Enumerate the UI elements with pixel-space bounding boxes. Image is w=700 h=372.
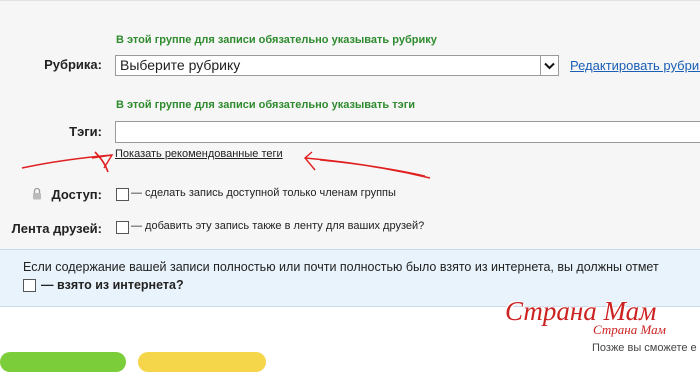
- tags-hint: В этой группе для записи обязательно ука…: [116, 99, 416, 111]
- tags-input[interactable]: [115, 121, 700, 143]
- from-internet-label: — взято из интернета?: [41, 278, 184, 292]
- friends-feed-label: Лента друзей:: [11, 221, 102, 236]
- access-text: — сделать запись доступной только членам…: [131, 187, 396, 199]
- edit-rubrics-link[interactable]: Редактировать рубрики: [570, 58, 700, 73]
- friends-feed-checkbox[interactable]: [116, 221, 129, 234]
- watermark-line: Позже вы сможете е: [592, 342, 697, 354]
- site-watermark: Страна Мам Страна Мам Позже вы сможете е: [505, 296, 700, 366]
- access-label: Доступ:: [51, 187, 102, 202]
- chevron-down-icon[interactable]: [540, 56, 558, 75]
- from-internet-checkbox[interactable]: [23, 279, 36, 292]
- rubric-select[interactable]: Выберите рубрику: [115, 55, 559, 76]
- tags-label: Тэги:: [69, 124, 102, 139]
- publish-button[interactable]: [0, 352, 126, 372]
- notice-text: Если содержание вашей записи полностью и…: [23, 260, 659, 274]
- preview-button[interactable]: [138, 352, 266, 372]
- friends-feed-text: — добавить эту запись также в ленту для …: [131, 220, 425, 232]
- watermark-logo-small: Страна Мам: [593, 322, 666, 337]
- rubric-label: Рубрика:: [44, 57, 102, 72]
- show-recommended-tags-link[interactable]: Показать рекомендованные теги: [115, 148, 283, 160]
- rubric-select-value: Выберите рубрику: [120, 57, 241, 73]
- access-checkbox[interactable]: [116, 188, 129, 201]
- rubric-hint: В этой группе для записи обязательно ука…: [116, 34, 437, 46]
